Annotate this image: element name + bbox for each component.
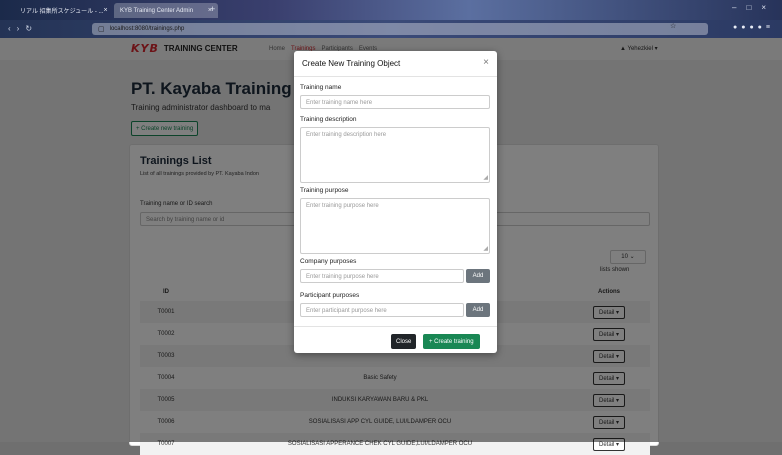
training-purpose-textarea[interactable]: Enter training purpose here ◢: [300, 198, 490, 254]
modal-footer-divider: [294, 326, 497, 327]
create-training-modal: Create New Training Object × Training na…: [294, 51, 497, 353]
modal-divider: [294, 76, 497, 77]
participant-purposes-label: Participant purposes: [300, 292, 360, 299]
window-controls[interactable]: –□×: [732, 3, 776, 12]
add-company-purpose-button[interactable]: Add: [466, 269, 490, 283]
training-purpose-label: Training purpose: [300, 187, 349, 194]
participant-purpose-input[interactable]: Enter participant purpose here: [300, 303, 464, 317]
url-text: localhost:8080/trainings.php: [109, 26, 185, 32]
tab-label: KYB Training Center Admin: [120, 7, 194, 14]
company-purposes-label: Company purposes: [300, 258, 357, 265]
tab-label: リアル 招集所スケジュール - ...: [20, 9, 104, 15]
training-description-label: Training description: [300, 116, 357, 123]
company-purpose-input[interactable]: Enter training purpose here: [300, 269, 464, 283]
modal-title: Create New Training Object: [302, 59, 401, 68]
page-icon: ▢: [98, 26, 105, 33]
url-field[interactable]: ▢ localhost:8080/trainings.php: [92, 23, 708, 35]
close-icon[interactable]: ×: [483, 57, 489, 68]
training-name-input[interactable]: Enter training name here: [300, 95, 490, 109]
textarea-placeholder: Enter training description here: [306, 132, 387, 138]
close-button[interactable]: Close: [391, 334, 417, 349]
address-bar: ‹›↻ ▢ localhost:8080/trainings.php ☆ ●●●…: [0, 20, 782, 38]
close-tab-icon[interactable]: ×: [104, 7, 108, 14]
new-tab-icon[interactable]: +: [210, 4, 215, 14]
training-description-textarea[interactable]: Enter training description here ◢: [300, 127, 490, 183]
bookmark-star-icon[interactable]: ☆: [670, 22, 676, 30]
training-name-label: Training name: [300, 84, 342, 91]
create-training-button[interactable]: + Create training: [423, 334, 480, 349]
textarea-placeholder: Enter training purpose here: [306, 203, 379, 209]
extension-icons[interactable]: ●●●●≡: [733, 24, 774, 31]
browser-tab-active[interactable]: KYB Training Center Admin ×: [114, 3, 218, 18]
nav-buttons[interactable]: ‹›↻: [8, 24, 38, 33]
browser-tab[interactable]: リアル 招集所スケジュール - ... ×: [14, 3, 108, 18]
resize-grip-icon[interactable]: ◢: [483, 245, 488, 252]
resize-grip-icon[interactable]: ◢: [483, 174, 488, 181]
browser-tab-bar: リアル 招集所スケジュール - ... × KYB Training Cente…: [0, 0, 782, 20]
add-participant-purpose-button[interactable]: Add: [466, 303, 490, 317]
